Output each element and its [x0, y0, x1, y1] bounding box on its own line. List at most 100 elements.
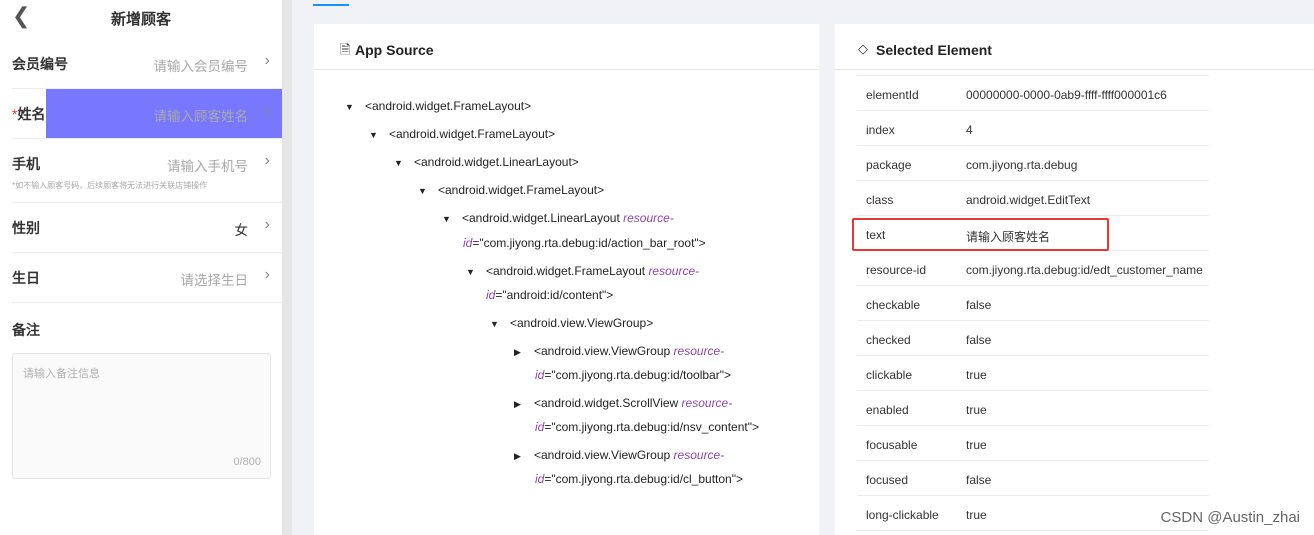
- caret-down-icon[interactable]: ▼: [345, 94, 365, 120]
- tree-node-attr-cont: id="android:id/content">: [486, 288, 614, 302]
- chevron-right-icon: ›: [264, 152, 270, 169]
- app-source-title: App Source: [355, 42, 434, 58]
- tree-node-attr-cont: id="com.jiyong.rta.debug:id/action_bar_r…: [463, 236, 706, 250]
- attribute-row: index 4: [857, 111, 1209, 146]
- tree-node-attr-value: "com.jiyong.rta.debug:id/toolbar">: [551, 368, 731, 382]
- member-id-input[interactable]: 请输入会员编号: [154, 55, 249, 75]
- name-label: *姓名: [12, 104, 45, 124]
- caret-down-icon[interactable]: ▼: [466, 259, 486, 285]
- attribute-row: checkable false: [857, 286, 1209, 321]
- chevron-right-icon: ›: [264, 102, 270, 119]
- phone-page-title: 新增顾客: [110, 11, 171, 28]
- tree-node-attr: resource-: [681, 396, 733, 410]
- row-divider: [12, 302, 282, 303]
- attribute-value[interactable]: com.jiyong.rta.debug:id/edt_customer_nam…: [966, 263, 1203, 277]
- attribute-row: class android.widget.EditText: [857, 181, 1209, 216]
- tree-node-attr: resource-: [623, 211, 674, 225]
- attribute-key: enabled: [866, 403, 909, 417]
- tree-node[interactable]: ▼ <android.widget.LinearLayout resource-: [442, 205, 674, 232]
- attribute-value[interactable]: 4: [966, 123, 973, 137]
- name-row[interactable]: *姓名 请输入顾客姓名 ›: [0, 89, 282, 139]
- tree-node[interactable]: ▼ <android.view.ViewGroup>: [490, 310, 653, 337]
- gender-value[interactable]: 女: [235, 219, 249, 239]
- phone-header: ❮ 新增顾客: [0, 0, 282, 36]
- app-source-header: 🗎 App Source: [314, 24, 819, 70]
- attribute-key: package: [866, 158, 912, 172]
- attribute-key: clickable: [866, 368, 913, 382]
- tree-node-tag[interactable]: <android.widget.FrameLayout: [486, 264, 645, 278]
- birthday-input[interactable]: 请选择生日: [181, 269, 249, 289]
- tree-node-attr-cont: id="com.jiyong.rta.debug:id/toolbar">: [535, 368, 731, 382]
- tree-node[interactable]: ▼ <android.widget.FrameLayout>: [418, 177, 604, 204]
- text-attribute-highlight: [852, 218, 1109, 251]
- tree-node[interactable]: ▼ <android.widget.LinearLayout>: [394, 149, 579, 176]
- remark-placeholder: 请输入备注信息: [23, 368, 100, 380]
- tree-node-tag[interactable]: <android.view.ViewGroup>: [510, 316, 653, 330]
- caret-down-icon[interactable]: ▼: [442, 206, 462, 232]
- tree-node-tag[interactable]: <android.view.ViewGroup: [534, 448, 670, 462]
- tree-node-attr-value: "com.jiyong.rta.debug:id/action_bar_root…: [479, 236, 706, 250]
- member-id-row[interactable]: 会员编号 请输入会员编号 ›: [0, 39, 282, 89]
- tree-node[interactable]: ▶ <android.view.ViewGroup resource-: [514, 338, 724, 365]
- attribute-key: index: [866, 123, 895, 137]
- attribute-row: elementId 00000000-0000-0ab9-ffff-ffff000…: [857, 76, 1209, 111]
- remark-textarea[interactable]: 请输入备注信息 0/800: [12, 353, 271, 479]
- attribute-value[interactable]: true: [966, 368, 987, 382]
- tree-node[interactable]: ▶ <android.view.ViewGroup resource-: [514, 442, 724, 469]
- caret-down-icon[interactable]: ▼: [394, 150, 414, 176]
- caret-right-icon[interactable]: ▶: [514, 391, 534, 417]
- tree-node-attr-name: id: [486, 288, 496, 302]
- birthday-row[interactable]: 生日 请选择生日 ›: [0, 253, 282, 303]
- attribute-key: long-clickable: [866, 508, 939, 522]
- tree-node-tag[interactable]: <android.widget.LinearLayout>: [414, 155, 579, 169]
- attribute-key: checked: [866, 333, 911, 347]
- caret-right-icon[interactable]: ▶: [514, 443, 534, 469]
- attribute-value[interactable]: true: [966, 508, 987, 522]
- tree-node-tag[interactable]: <android.widget.ScrollView: [534, 396, 678, 410]
- attribute-row: resource-id com.jiyong.rta.debug:id/edt_c…: [857, 251, 1209, 286]
- tree-node-tag[interactable]: <android.widget.FrameLayout>: [365, 99, 531, 113]
- attribute-value[interactable]: false: [966, 298, 991, 312]
- attribute-value[interactable]: 00000000-0000-0ab9-ffff-ffff000001c6: [966, 88, 1167, 102]
- tree-node[interactable]: ▼ <android.widget.FrameLayout resource-: [466, 258, 699, 285]
- gender-row[interactable]: 性别 女 ›: [0, 203, 282, 253]
- attribute-row: checked false: [857, 321, 1209, 356]
- tree-node-attr-value: "com.jiyong.rta.debug:id/nsv_content">: [551, 420, 760, 434]
- attribute-key: elementId: [866, 88, 919, 102]
- phone-row[interactable]: 手机 请输入手机号 ›: [0, 139, 282, 203]
- chevron-right-icon: ›: [264, 216, 270, 233]
- name-label-text: 姓名: [17, 106, 46, 122]
- attribute-row: package com.jiyong.rta.debug: [857, 146, 1209, 181]
- tree-node-tag[interactable]: <android.widget.FrameLayout>: [389, 127, 555, 141]
- tree-node-tag[interactable]: <android.widget.LinearLayout: [462, 211, 620, 225]
- tree-node-attr-name: id: [463, 236, 473, 250]
- attribute-value[interactable]: false: [966, 473, 991, 487]
- attribute-value[interactable]: true: [966, 403, 987, 417]
- caret-down-icon[interactable]: ▼: [490, 311, 510, 337]
- tree-node-tag[interactable]: <android.widget.FrameLayout>: [438, 183, 604, 197]
- tree-node[interactable]: ▶ <android.widget.ScrollView resource-: [514, 390, 732, 417]
- active-tab-indicator: [313, 4, 349, 6]
- tree-node-tag[interactable]: <android.view.ViewGroup: [534, 344, 670, 358]
- attribute-value[interactable]: true: [966, 438, 987, 452]
- caret-down-icon[interactable]: ▼: [369, 122, 389, 148]
- file-icon: 🗎: [340, 42, 351, 57]
- phone-input[interactable]: 请输入手机号: [167, 155, 248, 175]
- attribute-value[interactable]: false: [966, 333, 991, 347]
- caret-down-icon[interactable]: ▼: [418, 178, 438, 204]
- remark-char-count: 0/800: [233, 456, 261, 468]
- attribute-row: enabled true: [857, 391, 1209, 426]
- attribute-row: long-clickable true: [857, 496, 1209, 531]
- selected-element-header: ◇ Selected Element: [835, 24, 1314, 70]
- customer-name-input[interactable]: 请输入顾客姓名: [154, 105, 249, 125]
- phone-screen: ❮ 新增顾客 会员编号 请输入会员编号 › *姓名 请输入顾客姓名 › 手机 请…: [0, 0, 287, 535]
- phone-label: 手机: [12, 156, 40, 172]
- attribute-value[interactable]: android.widget.EditText: [966, 193, 1090, 207]
- tree-node[interactable]: ▼ <android.widget.FrameLayout>: [369, 121, 555, 148]
- attribute-row: focusable true: [857, 426, 1209, 461]
- caret-right-icon[interactable]: ▶: [514, 339, 534, 365]
- tree-node[interactable]: ▼ <android.widget.FrameLayout>: [345, 93, 531, 120]
- attribute-key: focused: [866, 473, 909, 487]
- chevron-right-icon: ›: [264, 266, 270, 283]
- attribute-value[interactable]: com.jiyong.rta.debug: [966, 158, 1077, 172]
